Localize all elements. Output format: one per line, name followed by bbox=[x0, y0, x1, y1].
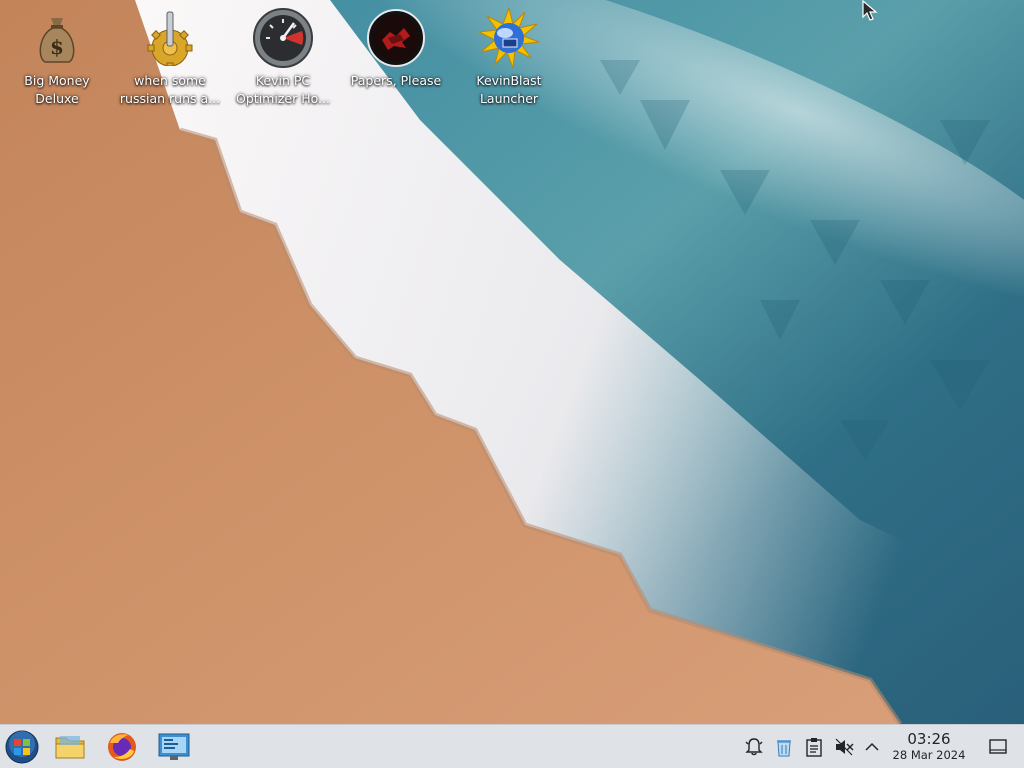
desktop-icon-big-money-deluxe[interactable]: $ Big Money Deluxe bbox=[2, 6, 112, 116]
kevinblast-sun-icon bbox=[477, 6, 541, 70]
recycle-bin-tray-button[interactable] bbox=[773, 736, 795, 758]
show-hidden-icons-button[interactable] bbox=[861, 736, 883, 758]
digital-clock[interactable]: 03:26 28 Mar 2024 bbox=[884, 730, 974, 762]
desktop-icon-papers-please[interactable]: Papers, Please bbox=[341, 6, 451, 116]
taskbar-firefox-button[interactable] bbox=[102, 727, 142, 767]
speedometer-icon bbox=[251, 6, 315, 70]
notifications-button[interactable] bbox=[743, 736, 765, 758]
svg-text:$: $ bbox=[50, 35, 64, 59]
desktop-icon-kevinblast-launcher[interactable]: KevinBlast Launcher bbox=[454, 6, 564, 116]
clock-time: 03:26 bbox=[907, 730, 951, 748]
volume-tray-button[interactable] bbox=[833, 736, 855, 758]
papers-please-seal-icon bbox=[364, 6, 428, 70]
desktop-icon-label: Papers, Please bbox=[350, 73, 442, 88]
taskbar-system-settings-button[interactable] bbox=[154, 727, 194, 767]
desktop-icon-label: when some russian runs a... bbox=[119, 73, 221, 106]
taskbar-file-manager-button[interactable] bbox=[50, 727, 90, 767]
speaker-muted-icon bbox=[835, 738, 854, 756]
trash-icon bbox=[777, 740, 791, 757]
show-desktop-icon bbox=[989, 739, 1007, 754]
desktop-icon-label: Big Money Deluxe bbox=[24, 73, 90, 106]
clipboard-icon bbox=[806, 738, 822, 757]
desktop-icon-label: KevinBlast Launcher bbox=[476, 73, 542, 106]
chevron-up-icon bbox=[865, 742, 879, 751]
bell-icon bbox=[745, 738, 763, 756]
clock-date: 28 Mar 2024 bbox=[892, 748, 966, 762]
mouse-cursor-icon bbox=[862, 0, 878, 22]
start-orb-icon bbox=[5, 730, 39, 764]
settings-monitor-icon bbox=[158, 733, 190, 760]
money-bag-icon: $ bbox=[25, 6, 89, 70]
desktop-icon-label: Kevin PC Optimizer Ho... bbox=[236, 73, 330, 106]
gear-lever-icon bbox=[138, 6, 202, 70]
application-launcher-button[interactable] bbox=[2, 727, 42, 767]
firefox-icon bbox=[108, 733, 136, 761]
show-desktop-button[interactable] bbox=[987, 736, 1009, 758]
desktop-icon-kevin-pc-optimizer[interactable]: Kevin PC Optimizer Ho... bbox=[228, 6, 338, 116]
desktop-icon-russian-game[interactable]: when some russian runs a... bbox=[115, 6, 225, 116]
taskbar: 03:26 28 Mar 2024 bbox=[0, 724, 1024, 768]
clipboard-tray-button[interactable] bbox=[803, 736, 825, 758]
folder-icon bbox=[55, 736, 85, 759]
